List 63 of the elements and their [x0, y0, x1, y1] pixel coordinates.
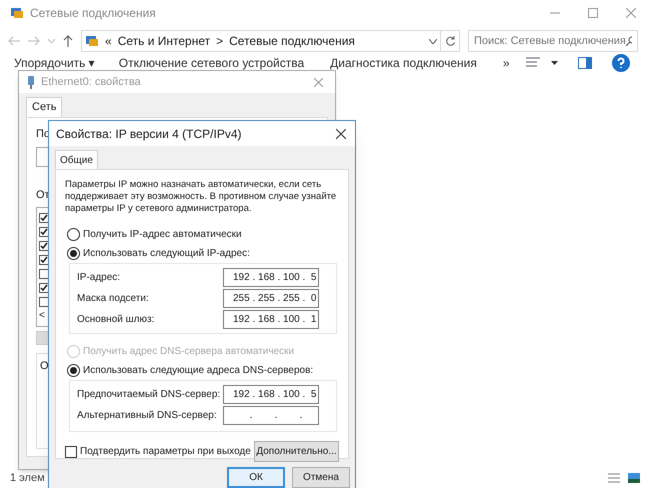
radio-button[interactable] [67, 364, 80, 377]
details-view-icon[interactable] [608, 473, 620, 483]
tab[interactable]: Общие [55, 150, 98, 169]
refresh-button[interactable] [440, 30, 460, 52]
radio-label: Использовать следующие адреса DNS-серверов: [83, 364, 314, 378]
field-label: Альтернативный DNS-сервер: [77, 409, 218, 423]
checkbox[interactable] [39, 269, 49, 279]
toolbar-item[interactable]: » [502, 54, 510, 72]
advanced-button[interactable]: Дополнительно... [254, 441, 339, 462]
ip-address-field[interactable]: 255 . 255 . 255 . 0 [223, 289, 319, 308]
ip-address-field[interactable]: . . . [223, 406, 319, 425]
field-label: Предпочитаемый DNS-сервер: [77, 388, 222, 402]
search-field[interactable]: Поиск: Сетевые подключения [468, 30, 638, 52]
close-icon[interactable] [336, 128, 346, 138]
ip-address-field[interactable]: 192 . 168 . 100 . 5 [223, 268, 319, 287]
breadcrumb[interactable]: Сеть и Интернет [118, 32, 210, 50]
maximize-icon[interactable] [588, 8, 598, 18]
ip-address-field[interactable]: 192 . 168 . 100 . 1 [223, 310, 319, 329]
overflow-chevrons[interactable]: « [105, 32, 112, 50]
checkbox-label: Подтвердить параметры при выходе [80, 445, 251, 459]
preview-pane-icon[interactable] [578, 57, 592, 69]
dialog-button[interactable]: ОК [227, 467, 285, 488]
dialog-button[interactable]: Отмена [292, 467, 350, 488]
refresh-icon [444, 36, 456, 46]
dialog-title: Ethernet0: свойства [41, 74, 141, 90]
checkbox[interactable] [39, 297, 49, 307]
field-label: Основной шлюз: [77, 313, 156, 327]
address-bar[interactable]: « Сеть и Интернет > Сетевые подключения [81, 30, 441, 52]
breadcrumb-separator[interactable]: > [216, 32, 224, 50]
tab[interactable]: Сеть [26, 97, 62, 117]
caret-icon[interactable] [551, 61, 558, 65]
toolbar-item[interactable]: Отключение сетевого устройства [118, 54, 304, 72]
checkbox[interactable] [39, 213, 49, 223]
dialog-title: Свойства: IP версии 4 (TCP/IPv4) [56, 126, 242, 142]
search-icon [626, 36, 632, 46]
toolbar-item[interactable]: Упорядочить ▾ [14, 54, 95, 72]
chevron-down-icon[interactable] [429, 38, 437, 44]
radio-label: Использовать следующий IP-адрес: [83, 247, 250, 261]
radio-button[interactable] [67, 247, 80, 260]
checkbox[interactable] [39, 283, 49, 293]
field-label: Маска подсети: [77, 292, 150, 306]
checkbox[interactable] [39, 227, 49, 237]
radio-label: Получить адрес DNS-сервера автоматически [83, 345, 294, 359]
help-icon[interactable] [612, 54, 630, 72]
radio-button[interactable] [67, 228, 80, 241]
ip-address-field[interactable]: 192 . 168 . 100 . 5 [223, 385, 319, 404]
breadcrumb[interactable]: Сетевые подключения [229, 32, 355, 50]
network-adapter-icon [27, 76, 35, 88]
tiles-view-icon[interactable] [628, 473, 640, 483]
description-text: Параметры IP можно назначать автоматически, если сеть поддерживает эту возможность. В противном случае узнайте параметры IP у сетевого администратора. [65, 179, 338, 215]
window-title: Сетевые подключения [30, 5, 156, 22]
network-folder-icon [85, 35, 99, 47]
checkbox[interactable] [39, 241, 49, 251]
checkbox[interactable] [65, 446, 77, 458]
status-text: 1 элем [10, 470, 45, 486]
section-label: От [36, 188, 50, 202]
up-arrow-icon[interactable] [63, 35, 73, 47]
checkbox[interactable] [39, 255, 49, 265]
network-folder-icon [10, 7, 24, 19]
toolbar-item[interactable]: Диагностика подключения [330, 54, 477, 72]
radio-label: Получить IP-адрес автоматически [83, 228, 242, 242]
section-label: О [40, 360, 49, 372]
field-label: IP-адрес: [77, 271, 122, 285]
